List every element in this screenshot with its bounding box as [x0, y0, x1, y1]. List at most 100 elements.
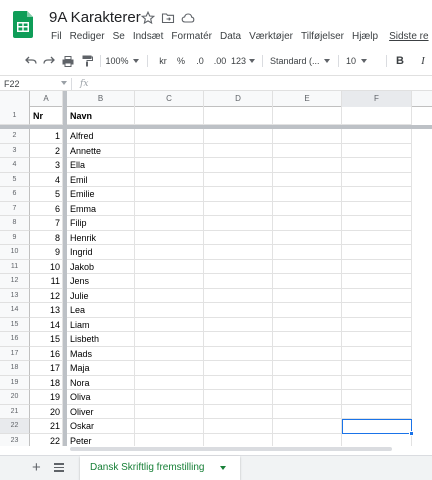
empty-cell[interactable]: [342, 230, 412, 245]
empty-cell[interactable]: [135, 288, 204, 303]
add-sheet-icon[interactable]: +: [32, 459, 41, 477]
cell-nr[interactable]: 1: [30, 129, 63, 144]
cell-nr[interactable]: 6: [30, 201, 63, 216]
row-number[interactable]: 8: [0, 216, 30, 231]
empty-cell[interactable]: [342, 390, 412, 405]
empty-cell[interactable]: [273, 419, 342, 434]
empty-cell[interactable]: [204, 332, 273, 347]
empty-cell[interactable]: [204, 143, 273, 158]
cell-nr[interactable]: 5: [30, 187, 63, 202]
row-number[interactable]: 1: [0, 107, 30, 125]
cell-navn[interactable]: Jakob: [67, 259, 135, 274]
column-header-c[interactable]: C: [135, 91, 204, 107]
cell-nr[interactable]: 9: [30, 245, 63, 260]
row-number[interactable]: 12: [0, 274, 30, 289]
all-sheets-icon[interactable]: [54, 463, 64, 472]
bold-button[interactable]: B: [395, 54, 405, 68]
empty-cell[interactable]: [342, 433, 412, 446]
empty-cell[interactable]: [135, 332, 204, 347]
redo-icon[interactable]: [42, 54, 56, 68]
header-cell-navn[interactable]: Navn: [67, 107, 135, 125]
menu-data[interactable]: Data: [216, 30, 245, 44]
empty-cell[interactable]: [342, 187, 412, 202]
cell-navn[interactable]: Henrik: [67, 230, 135, 245]
empty-cell[interactable]: [342, 317, 412, 332]
header-cell-nr[interactable]: Nr: [30, 107, 63, 125]
empty-cell[interactable]: [135, 390, 204, 405]
empty-cell[interactable]: [342, 375, 412, 390]
cell-navn[interactable]: Oliver: [67, 404, 135, 419]
empty-cell[interactable]: [273, 107, 342, 125]
row-number[interactable]: 6: [0, 187, 30, 202]
cell-navn[interactable]: Emilie: [67, 187, 135, 202]
empty-cell[interactable]: [204, 361, 273, 376]
menu-edit[interactable]: Rediger: [66, 30, 109, 44]
fill-handle[interactable]: [409, 430, 414, 436]
empty-cell[interactable]: [135, 433, 204, 446]
row-number[interactable]: 23: [0, 433, 30, 446]
empty-cell[interactable]: [204, 317, 273, 332]
horizontal-scrollbar[interactable]: [70, 447, 392, 451]
document-title[interactable]: 9A Karakterer: [49, 9, 141, 26]
row-number[interactable]: 16: [0, 332, 30, 347]
row-number[interactable]: 14: [0, 303, 30, 318]
empty-cell[interactable]: [135, 375, 204, 390]
cell-nr[interactable]: 22: [30, 433, 63, 446]
cell-nr[interactable]: 13: [30, 303, 63, 318]
row-number[interactable]: 13: [0, 288, 30, 303]
more-formats-button[interactable]: 123: [231, 54, 256, 68]
row-number[interactable]: 21: [0, 404, 30, 419]
empty-cell[interactable]: [273, 274, 342, 289]
cell-navn[interactable]: Oliva: [67, 390, 135, 405]
chevron-down-icon[interactable]: [220, 466, 226, 470]
empty-cell[interactable]: [204, 129, 273, 144]
row-number[interactable]: 19: [0, 375, 30, 390]
frozen-column-divider[interactable]: [63, 91, 67, 446]
cell-navn[interactable]: Mads: [67, 346, 135, 361]
empty-cell[interactable]: [342, 404, 412, 419]
cell-nr[interactable]: 11: [30, 274, 63, 289]
cell-nr[interactable]: 16: [30, 346, 63, 361]
empty-cell[interactable]: [273, 245, 342, 260]
empty-cell[interactable]: [273, 129, 342, 144]
menu-insert[interactable]: Indsæt: [129, 30, 168, 44]
empty-cell[interactable]: [204, 230, 273, 245]
empty-cell[interactable]: [342, 274, 412, 289]
empty-cell[interactable]: [204, 187, 273, 202]
move-to-folder-icon[interactable]: [161, 11, 175, 25]
cell-nr[interactable]: 10: [30, 259, 63, 274]
formula-input[interactable]: [96, 77, 426, 89]
empty-cell[interactable]: [273, 259, 342, 274]
empty-cell[interactable]: [135, 187, 204, 202]
empty-cell[interactable]: [204, 158, 273, 173]
font-family-select[interactable]: Standard (...: [270, 54, 332, 68]
cell-navn[interactable]: Filip: [67, 216, 135, 231]
empty-cell[interactable]: [135, 274, 204, 289]
row-number[interactable]: 15: [0, 317, 30, 332]
currency-format-button[interactable]: kr: [157, 54, 169, 68]
empty-cell[interactable]: [204, 274, 273, 289]
cell-nr[interactable]: 14: [30, 317, 63, 332]
empty-cell[interactable]: [342, 201, 412, 216]
row-number[interactable]: 9: [0, 230, 30, 245]
active-cell-outline[interactable]: [342, 419, 412, 434]
spreadsheet-grid[interactable]: A B C D E F 1 Nr Navn 2 1 Alfred 3 2 Annette 4…: [0, 91, 432, 446]
empty-cell[interactable]: [273, 404, 342, 419]
column-header-d[interactable]: D: [204, 91, 273, 107]
empty-cell[interactable]: [273, 346, 342, 361]
empty-cell[interactable]: [135, 259, 204, 274]
increase-decimals-button[interactable]: .00: [212, 54, 228, 68]
row-number[interactable]: 20: [0, 390, 30, 405]
empty-cell[interactable]: [273, 317, 342, 332]
cell-navn[interactable]: Alfred: [67, 129, 135, 144]
menu-file[interactable]: Fil: [47, 30, 66, 44]
empty-cell[interactable]: [204, 390, 273, 405]
empty-cell[interactable]: [342, 259, 412, 274]
row-number[interactable]: 18: [0, 361, 30, 376]
empty-cell[interactable]: [204, 259, 273, 274]
empty-cell[interactable]: [273, 332, 342, 347]
empty-cell[interactable]: [135, 245, 204, 260]
empty-cell[interactable]: [342, 303, 412, 318]
cell-navn[interactable]: Emil: [67, 172, 135, 187]
empty-cell[interactable]: [273, 201, 342, 216]
